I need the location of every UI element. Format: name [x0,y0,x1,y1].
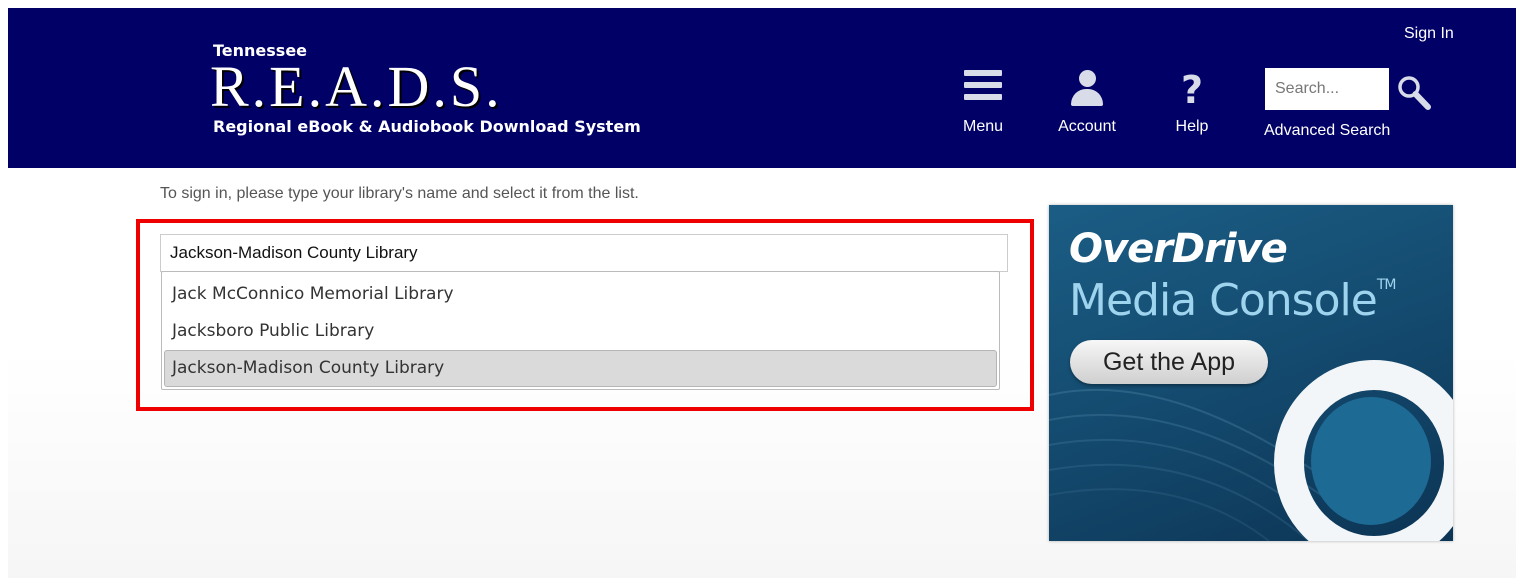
advanced-search-link[interactable]: Advanced Search [1264,122,1390,140]
help-label: Help [1175,118,1209,135]
logo-name: R.E.A.D.S. [210,54,503,119]
account-icon [1070,70,1104,106]
account-button[interactable]: Account [1054,70,1120,136]
menu-label: Menu [962,118,1004,135]
sign-in-link[interactable]: Sign In [1404,25,1454,43]
library-suggestions-list: Jack McConnico Memorial Library Jacksbor… [161,271,1000,390]
logo-tagline: Regional eBook & Audiobook Download Syst… [213,117,641,136]
overdrive-ad[interactable]: OverDrive Media ConsoleTM Get the App [1049,205,1453,541]
library-search-input[interactable] [160,234,1008,272]
ad-product-name: Media Console [1069,275,1378,326]
menu-icon [964,70,1002,106]
menu-button[interactable]: Menu [961,70,1005,136]
ad-brand: OverDrive [1069,226,1288,272]
help-icon: ? [1180,68,1204,112]
library-suggestion[interactable]: Jack McConnico Memorial Library [164,276,997,313]
search-icon[interactable] [1397,75,1431,111]
library-suggestion[interactable]: Jacksboro Public Library [164,313,997,350]
library-suggestion-selected[interactable]: Jackson-Madison County Library [164,350,997,387]
search-input[interactable] [1265,68,1389,110]
ad-product: Media ConsoleTM [1069,275,1397,326]
site-header: Tennessee R.E.A.D.S. Regional eBook & Au… [8,8,1516,168]
account-label: Account [1058,118,1116,135]
sign-in-instructions: To sign in, please type your library's n… [160,185,639,202]
get-app-button[interactable]: Get the App [1070,340,1268,384]
ad-trademark: TM [1376,277,1397,293]
help-button[interactable]: ? Help [1170,70,1214,136]
